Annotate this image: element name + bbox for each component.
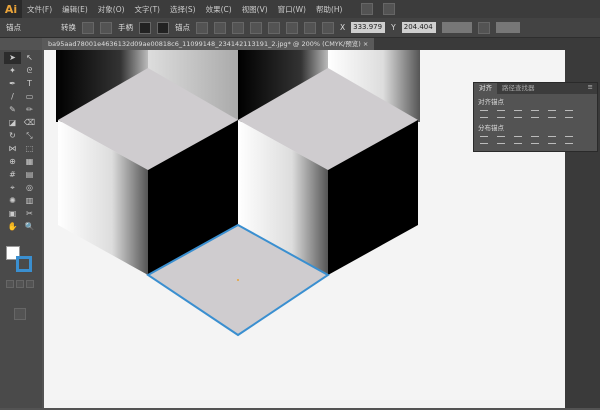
- arrange-documents-icon[interactable]: [383, 3, 396, 15]
- eraser-icon[interactable]: ⌫: [21, 117, 38, 129]
- y-label: Y: [391, 23, 396, 32]
- align-top-icon[interactable]: [286, 21, 298, 34]
- align-panel: 对齐 路径查找器 ≡ 对齐锚点 分布锚点: [473, 82, 598, 152]
- menu-file[interactable]: 文件(F): [22, 4, 57, 15]
- app-logo: Ai: [0, 0, 22, 18]
- perspective-grid-icon[interactable]: ▦: [21, 156, 38, 168]
- align-left-icon[interactable]: [480, 110, 488, 118]
- menu-window[interactable]: 窗口(W): [273, 4, 311, 15]
- bridge-icon[interactable]: [361, 3, 374, 15]
- width-tool-icon[interactable]: ⋈: [4, 143, 21, 155]
- document-title: ba95aad78001e4636132d09ae00818c6_1109914…: [48, 40, 361, 48]
- handle-label: 手柄: [118, 23, 133, 32]
- distribute-anchors-label: 分布锚点: [478, 124, 504, 132]
- x-label: X: [340, 23, 346, 32]
- gradient-tool-icon[interactable]: ▤: [21, 169, 38, 181]
- graph-tool-icon[interactable]: ▥: [21, 195, 38, 207]
- show-handles-icon[interactable]: [139, 21, 151, 34]
- color-mode-icon[interactable]: [6, 280, 14, 288]
- align-middle-icon[interactable]: [304, 21, 316, 34]
- screen-mode-icon[interactable]: [14, 308, 26, 320]
- selection-type-label: 锚点: [6, 23, 21, 32]
- rotate-tool-icon[interactable]: ↻: [4, 130, 21, 142]
- line-tool-icon[interactable]: /: [4, 91, 21, 103]
- menu-effect[interactable]: 效果(C): [201, 4, 237, 15]
- convert-label: 转换: [61, 23, 76, 32]
- convert-smooth-icon[interactable]: [100, 21, 112, 34]
- menu-type[interactable]: 文字(T): [130, 4, 165, 15]
- distribute-right-icon[interactable]: [565, 136, 573, 144]
- tab-align[interactable]: 对齐: [474, 83, 497, 94]
- pen-tool-icon[interactable]: ✒: [4, 78, 21, 90]
- distribute-bottom-icon[interactable]: [514, 136, 522, 144]
- align-vcenter-icon[interactable]: [548, 110, 556, 118]
- gradient-mode-icon[interactable]: [16, 280, 24, 288]
- pencil-icon[interactable]: ✏: [21, 104, 38, 116]
- x-input[interactable]: 333.979: [351, 22, 386, 33]
- align-center-icon[interactable]: [268, 21, 280, 34]
- distribute-left-icon[interactable]: [531, 136, 539, 144]
- distribute-hcenter-icon[interactable]: [548, 136, 556, 144]
- document-tab-bar: ba95aad78001e4636132d09ae00818c6_1109914…: [42, 38, 565, 50]
- hand-tool-icon[interactable]: ✋: [4, 221, 21, 233]
- type-tool-icon[interactable]: T: [21, 78, 38, 90]
- symbol-sprayer-icon[interactable]: ✺: [4, 195, 21, 207]
- menu-edit[interactable]: 编辑(E): [57, 4, 93, 15]
- menu-help[interactable]: 帮助(H): [311, 4, 348, 15]
- anchor-label: 锚点: [175, 23, 190, 32]
- menu-select[interactable]: 选择(S): [165, 4, 201, 15]
- align-anchors-label: 对齐锚点: [478, 98, 504, 106]
- menu-object[interactable]: 对象(O): [93, 4, 130, 15]
- align-hcenter-icon[interactable]: [497, 110, 505, 118]
- align-right-icon[interactable]: [514, 110, 522, 118]
- distribute-top-icon[interactable]: [480, 136, 488, 144]
- document-tab[interactable]: ba95aad78001e4636132d09ae00818c6_1109914…: [42, 38, 375, 50]
- hide-handles-icon[interactable]: [157, 21, 169, 34]
- tab-pathfinder[interactable]: 路径查找器: [497, 83, 540, 94]
- panel-menu-icon[interactable]: ≡: [584, 83, 597, 94]
- menu-bar: Ai 文件(F) 编辑(E) 对象(O) 文字(T) 选择(S) 效果(C) 视…: [0, 0, 600, 18]
- tools-panel: ➤ ↖ ✦ ᘓ ✒ T / ▭ ✎ ✏ ◪ ⌫ ↻ ⤡ ⋈ ⬚ ⊕ ▦ # ▤ …: [0, 50, 42, 408]
- convert-corner-icon[interactable]: [82, 21, 94, 34]
- width-input[interactable]: [441, 22, 472, 33]
- align-bottom-icon[interactable]: [565, 110, 573, 118]
- remove-anchor-icon[interactable]: [196, 21, 208, 34]
- selection-tool-icon[interactable]: ➤: [4, 52, 21, 64]
- stroke-swatch[interactable]: [16, 256, 32, 272]
- free-transform-icon[interactable]: ⬚: [21, 143, 38, 155]
- center-point: [237, 279, 239, 281]
- scale-tool-icon[interactable]: ⤡: [21, 130, 38, 142]
- zoom-tool-icon[interactable]: 🔍: [21, 221, 38, 233]
- link-icon[interactable]: [477, 21, 490, 34]
- shape-builder-icon[interactable]: ⊕: [4, 156, 21, 168]
- align-bottom-icon[interactable]: [322, 21, 334, 34]
- rectangle-tool-icon[interactable]: ▭: [21, 91, 38, 103]
- lasso-icon[interactable]: ᘓ: [21, 65, 38, 77]
- align-left-icon[interactable]: [250, 21, 262, 34]
- y-input[interactable]: 204.404: [401, 22, 436, 33]
- height-input[interactable]: [495, 22, 520, 33]
- cut-path-icon[interactable]: [214, 21, 226, 34]
- close-tab-icon[interactable]: ×: [363, 40, 368, 48]
- align-top-icon[interactable]: [531, 110, 539, 118]
- control-bar: 锚点 转换 手柄 锚点 X 333.979 Y 204.404: [0, 18, 600, 38]
- blend-tool-icon[interactable]: ◎: [21, 182, 38, 194]
- eyedropper-icon[interactable]: ⌖: [4, 182, 21, 194]
- distribute-vcenter-icon[interactable]: [497, 136, 505, 144]
- menu-view[interactable]: 视图(V): [237, 4, 273, 15]
- blob-brush-icon[interactable]: ◪: [4, 117, 21, 129]
- slice-tool-icon[interactable]: ✂: [21, 208, 38, 220]
- paintbrush-icon[interactable]: ✎: [4, 104, 21, 116]
- mesh-tool-icon[interactable]: #: [4, 169, 21, 181]
- magic-wand-icon[interactable]: ✦: [4, 65, 21, 77]
- artboard-tool-icon[interactable]: ▣: [4, 208, 21, 220]
- direct-selection-tool-icon[interactable]: ↖: [21, 52, 38, 64]
- none-mode-icon[interactable]: [26, 280, 34, 288]
- isolate-icon[interactable]: [232, 21, 244, 34]
